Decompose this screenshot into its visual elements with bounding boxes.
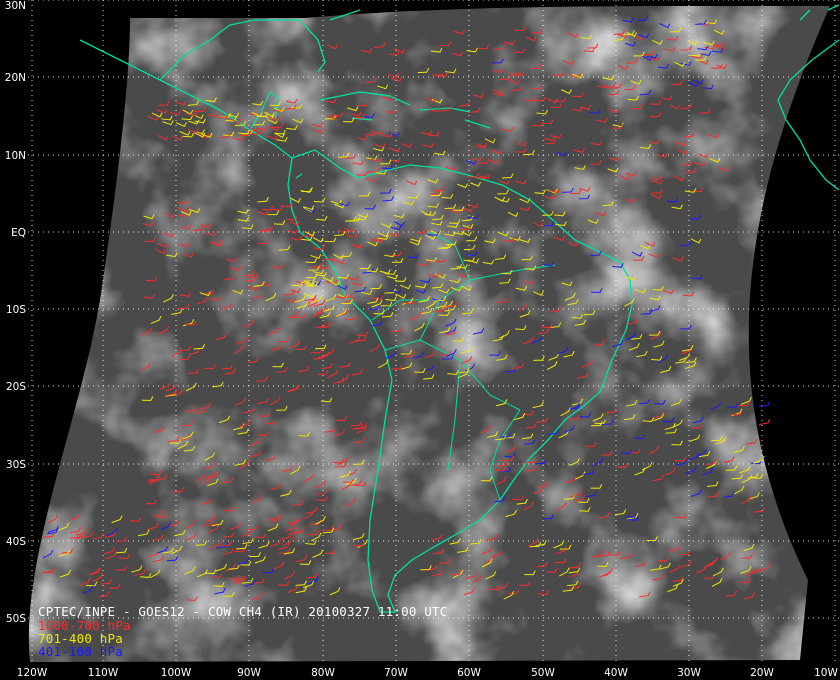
longitude-label: 110W	[88, 667, 119, 679]
legend-high-level: 401-100 hPa	[38, 644, 123, 659]
longitude-label: 80W	[311, 667, 335, 679]
longitude-label: 20W	[750, 667, 774, 679]
wind-barb	[758, 418, 771, 426]
longitude-labels: 120W 110W 100W 90W 80W 70W 60W 50W 40W 30W 20W 10W	[17, 667, 839, 679]
latitude-label: 20S	[6, 381, 26, 393]
latitude-label: 30N	[5, 0, 26, 12]
longitude-label: 30W	[677, 667, 701, 679]
latitude-label: 20N	[5, 72, 26, 84]
latitude-labels: 30N 20N 10N EQ 10S 20S 30S 40S 50S	[5, 0, 27, 625]
latitude-label: 50S	[6, 613, 26, 625]
latitude-label: 10S	[6, 304, 26, 316]
latitude-label: EQ	[11, 227, 26, 239]
longitude-label: 70W	[384, 667, 408, 679]
longitude-label: 90W	[237, 667, 261, 679]
wind-barb	[758, 401, 771, 408]
longitude-label: 120W	[17, 667, 48, 679]
latitude-label: 40S	[6, 536, 26, 548]
satellite-wind-map: 30N 20N 10N EQ 10S 20S 30S 40S 50S 120W 110W 100W 9…	[5, 0, 840, 679]
latitude-label: 10N	[5, 150, 26, 162]
longitude-label: 100W	[161, 667, 192, 679]
longitude-label: 40W	[604, 667, 628, 679]
longitude-label: 50W	[531, 667, 555, 679]
product-title: CPTEC/INPE - GOES12 - COW CH4 (IR) 20100…	[38, 604, 448, 619]
longitude-label: 10W	[814, 667, 838, 679]
latitude-label: 30S	[6, 459, 26, 471]
longitude-label: 60W	[457, 667, 481, 679]
